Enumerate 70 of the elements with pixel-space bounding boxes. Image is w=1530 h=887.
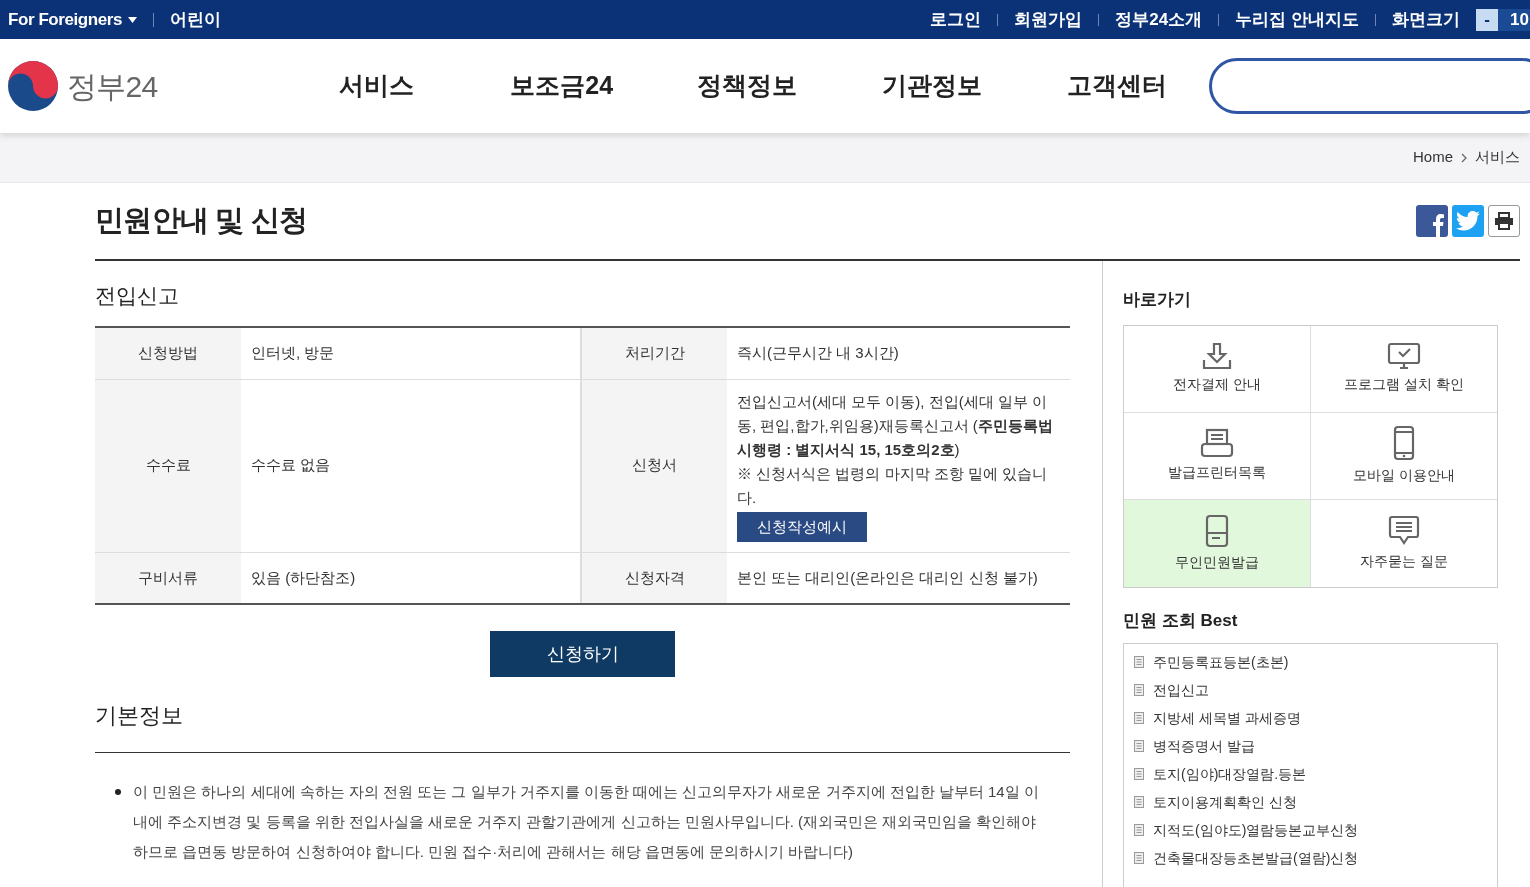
- kids-link[interactable]: 어린이: [170, 6, 221, 33]
- form-example-button[interactable]: 신청작성예시: [737, 511, 867, 542]
- caret-icon: [128, 16, 137, 23]
- breadcrumb-link[interactable]: Home: [1413, 146, 1453, 169]
- best-list-link[interactable]: 건축물대장등초본발급(열람)신청: [1134, 844, 1497, 872]
- nav-link[interactable]: 보조금24: [469, 67, 655, 105]
- table-cell-text: 전입신고서(세대 모두 이동), 전입(세대 일부 이동, 편입,합가,위임용)재등록신고서 (주민등록법 시행령 : 별지서식 15, 15호의2호): [737, 391, 1054, 460]
- language-dropdown[interactable]: For Foreigners: [0, 6, 137, 33]
- section-title: 전입신고: [95, 282, 180, 309]
- print-button[interactable]: [1488, 205, 1520, 237]
- quick-link-tile[interactable]: 전자결제 안내: [1124, 325, 1311, 413]
- quick-link-tile[interactable]: 무인민원발급: [1124, 499, 1311, 587]
- nav-link[interactable]: 서비스: [284, 67, 470, 105]
- printer-icon: [1199, 428, 1234, 458]
- quick-links-title: 바로가기: [1123, 289, 1192, 311]
- facebook-icon: [1432, 213, 1444, 237]
- taegeuk-logo-icon: [7, 60, 59, 112]
- best-list-link[interactable]: 토지(임야)대장열람.등본: [1134, 760, 1497, 788]
- best-list-link[interactable]: 주민등록표등본(초본): [1134, 648, 1497, 676]
- document-icon: [1134, 740, 1144, 752]
- chevron-right-icon: [1461, 152, 1467, 163]
- twitter-bird-icon: [1456, 211, 1480, 231]
- document-icon: [1134, 656, 1144, 668]
- facebook-button[interactable]: [1416, 205, 1448, 237]
- breadcrumb-link[interactable]: 서비스: [1475, 146, 1520, 169]
- section-title: 기본정보: [95, 699, 1070, 753]
- top-link[interactable]: 로그인: [930, 6, 982, 33]
- document-icon: [1134, 768, 1144, 780]
- bullet-icon: [115, 789, 121, 795]
- document-icon: [1134, 796, 1144, 808]
- table-header-cell: 신청자격: [582, 552, 727, 603]
- zoom-out-button[interactable]: -: [1476, 8, 1498, 31]
- best-list-link[interactable]: 지방세 세목별 과세증명: [1134, 704, 1497, 732]
- apply-button[interactable]: 신청하기: [490, 631, 675, 677]
- best-list-title: 민원 조회 Best: [1123, 609, 1239, 632]
- nav-link[interactable]: 기관정보: [839, 67, 1025, 105]
- kiosk-icon: [1204, 513, 1229, 548]
- best-list-link[interactable]: 전입신고: [1134, 676, 1497, 704]
- table-cell-text: 즉시(근무시간 내 3시간): [737, 343, 900, 364]
- table-header-cell: 처리기간: [582, 328, 727, 379]
- screen-size-label: 화면크기: [1392, 8, 1460, 31]
- table-header-cell: 구비서류: [95, 552, 241, 603]
- mobile-phone-icon: [1392, 425, 1415, 461]
- nav-link[interactable]: 고객센터: [1024, 67, 1210, 105]
- document-icon: [1134, 852, 1144, 864]
- table-header-cell: 수수료: [95, 379, 241, 552]
- logo-text: 정부24: [67, 68, 158, 105]
- page-title: 민원안내 및 신청: [95, 203, 308, 239]
- monitor-icon: [1386, 342, 1421, 370]
- best-list-link[interactable]: 지적도(임야도)열람등본교부신청: [1134, 816, 1497, 844]
- nav-link[interactable]: 정책정보: [654, 67, 840, 105]
- search-field[interactable]: [1209, 58, 1530, 114]
- best-list-link[interactable]: 병적증명서 발급: [1134, 732, 1497, 760]
- top-link[interactable]: 누리집 안내지도: [1235, 6, 1359, 33]
- speech-bubble-icon: [1387, 514, 1420, 547]
- best-list-link[interactable]: 토지이용계획확인 신청: [1134, 788, 1497, 816]
- description-text: 이 민원은 하나의 세대에 속하는 자의 전원 또는 그 일부가 거주지를 이동한 때에는 신고의무자가 새로운 거주지에 전입한 날부터 14일 이내에 주소지변경 및 등록을 위한 전입사실을 새로운 거주지 관할기관에게 신고하는 민원사무입니다. (재외국민은 재외국민임을 확인해야 하므로 읍면동 방문하여 신청하여야 합니다. 민원 접수·처리에 관해서는 해당 읍면동에 문의하시기 바랍니다): [133, 782, 1040, 862]
- document-icon: [1134, 712, 1144, 724]
- download-icon: [1200, 342, 1233, 370]
- table-cell-text: ※ 신청서식은 법령의 마지막 조항 밑에 있습니다.: [737, 463, 1048, 508]
- screen-size-value: 10: [1498, 8, 1530, 31]
- table-header-cell: 신청서: [582, 379, 727, 552]
- printer-icon: [1494, 212, 1514, 230]
- table-cell-text: 본인 또는 대리인(온라인은 대리인 신청 불가): [737, 567, 1039, 588]
- top-link[interactable]: 정부24소개: [1115, 6, 1203, 33]
- top-link[interactable]: 회원가입: [1014, 6, 1083, 33]
- document-icon: [1134, 684, 1144, 696]
- quick-link-tile[interactable]: 발급프린터목록: [1124, 412, 1311, 500]
- document-icon: [1134, 824, 1144, 836]
- table-header-cell: 신청방법: [95, 328, 241, 379]
